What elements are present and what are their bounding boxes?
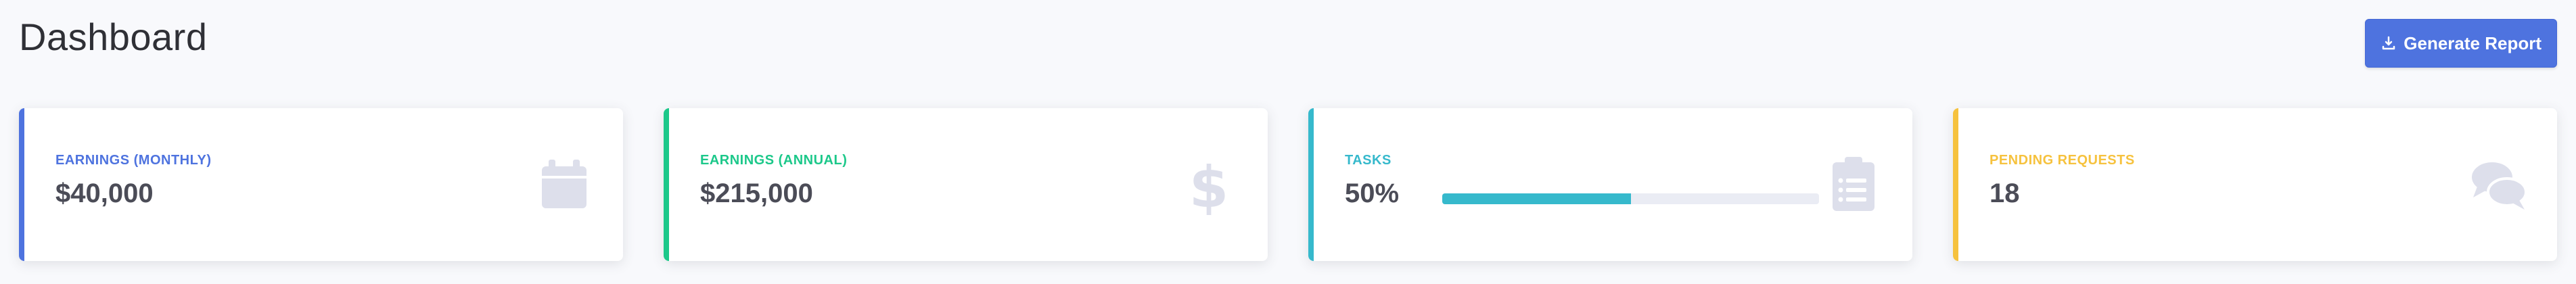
- dollar-icon: $: [1189, 154, 1228, 215]
- card-value: 18: [1990, 179, 2020, 208]
- card-pending-requests: Pending Requests 18: [1953, 108, 2557, 261]
- card-value: $215,000: [700, 179, 813, 208]
- tasks-progress-fill: [1442, 193, 1631, 204]
- card-earnings-monthly: Earnings (Monthly) $40,000: [19, 108, 623, 261]
- card-tasks: Tasks 50%: [1308, 108, 1912, 261]
- tasks-progress-bar: [1442, 193, 1819, 204]
- download-icon: [2383, 36, 2395, 50]
- dashboard-page: Dashboard Generate Report Earnings (Mont…: [0, 0, 2576, 284]
- card-value: 50%: [1345, 179, 1400, 208]
- comments-icon: [2472, 162, 2527, 210]
- card-label: Earnings (Annual): [700, 153, 848, 168]
- page-title: Dashboard: [19, 16, 208, 58]
- generate-report-button[interactable]: Generate Report: [2365, 19, 2557, 68]
- card-label: Tasks: [1345, 153, 1392, 168]
- stat-cards: Earnings (Monthly) $40,000 Earnings (Ann…: [19, 108, 2557, 261]
- calendar-icon: [542, 160, 586, 208]
- card-earnings-annual: Earnings (Annual) $215,000 $: [664, 108, 1268, 261]
- card-value: $40,000: [55, 179, 154, 208]
- card-label: Pending Requests: [1990, 153, 2135, 168]
- svg-text:$: $: [1189, 154, 1228, 215]
- card-label: Earnings (Monthly): [55, 153, 212, 168]
- generate-report-label: Generate Report: [2404, 32, 2542, 53]
- page-header: Dashboard Generate Report: [19, 0, 2557, 95]
- clipboard-list-icon: [1833, 157, 1874, 211]
